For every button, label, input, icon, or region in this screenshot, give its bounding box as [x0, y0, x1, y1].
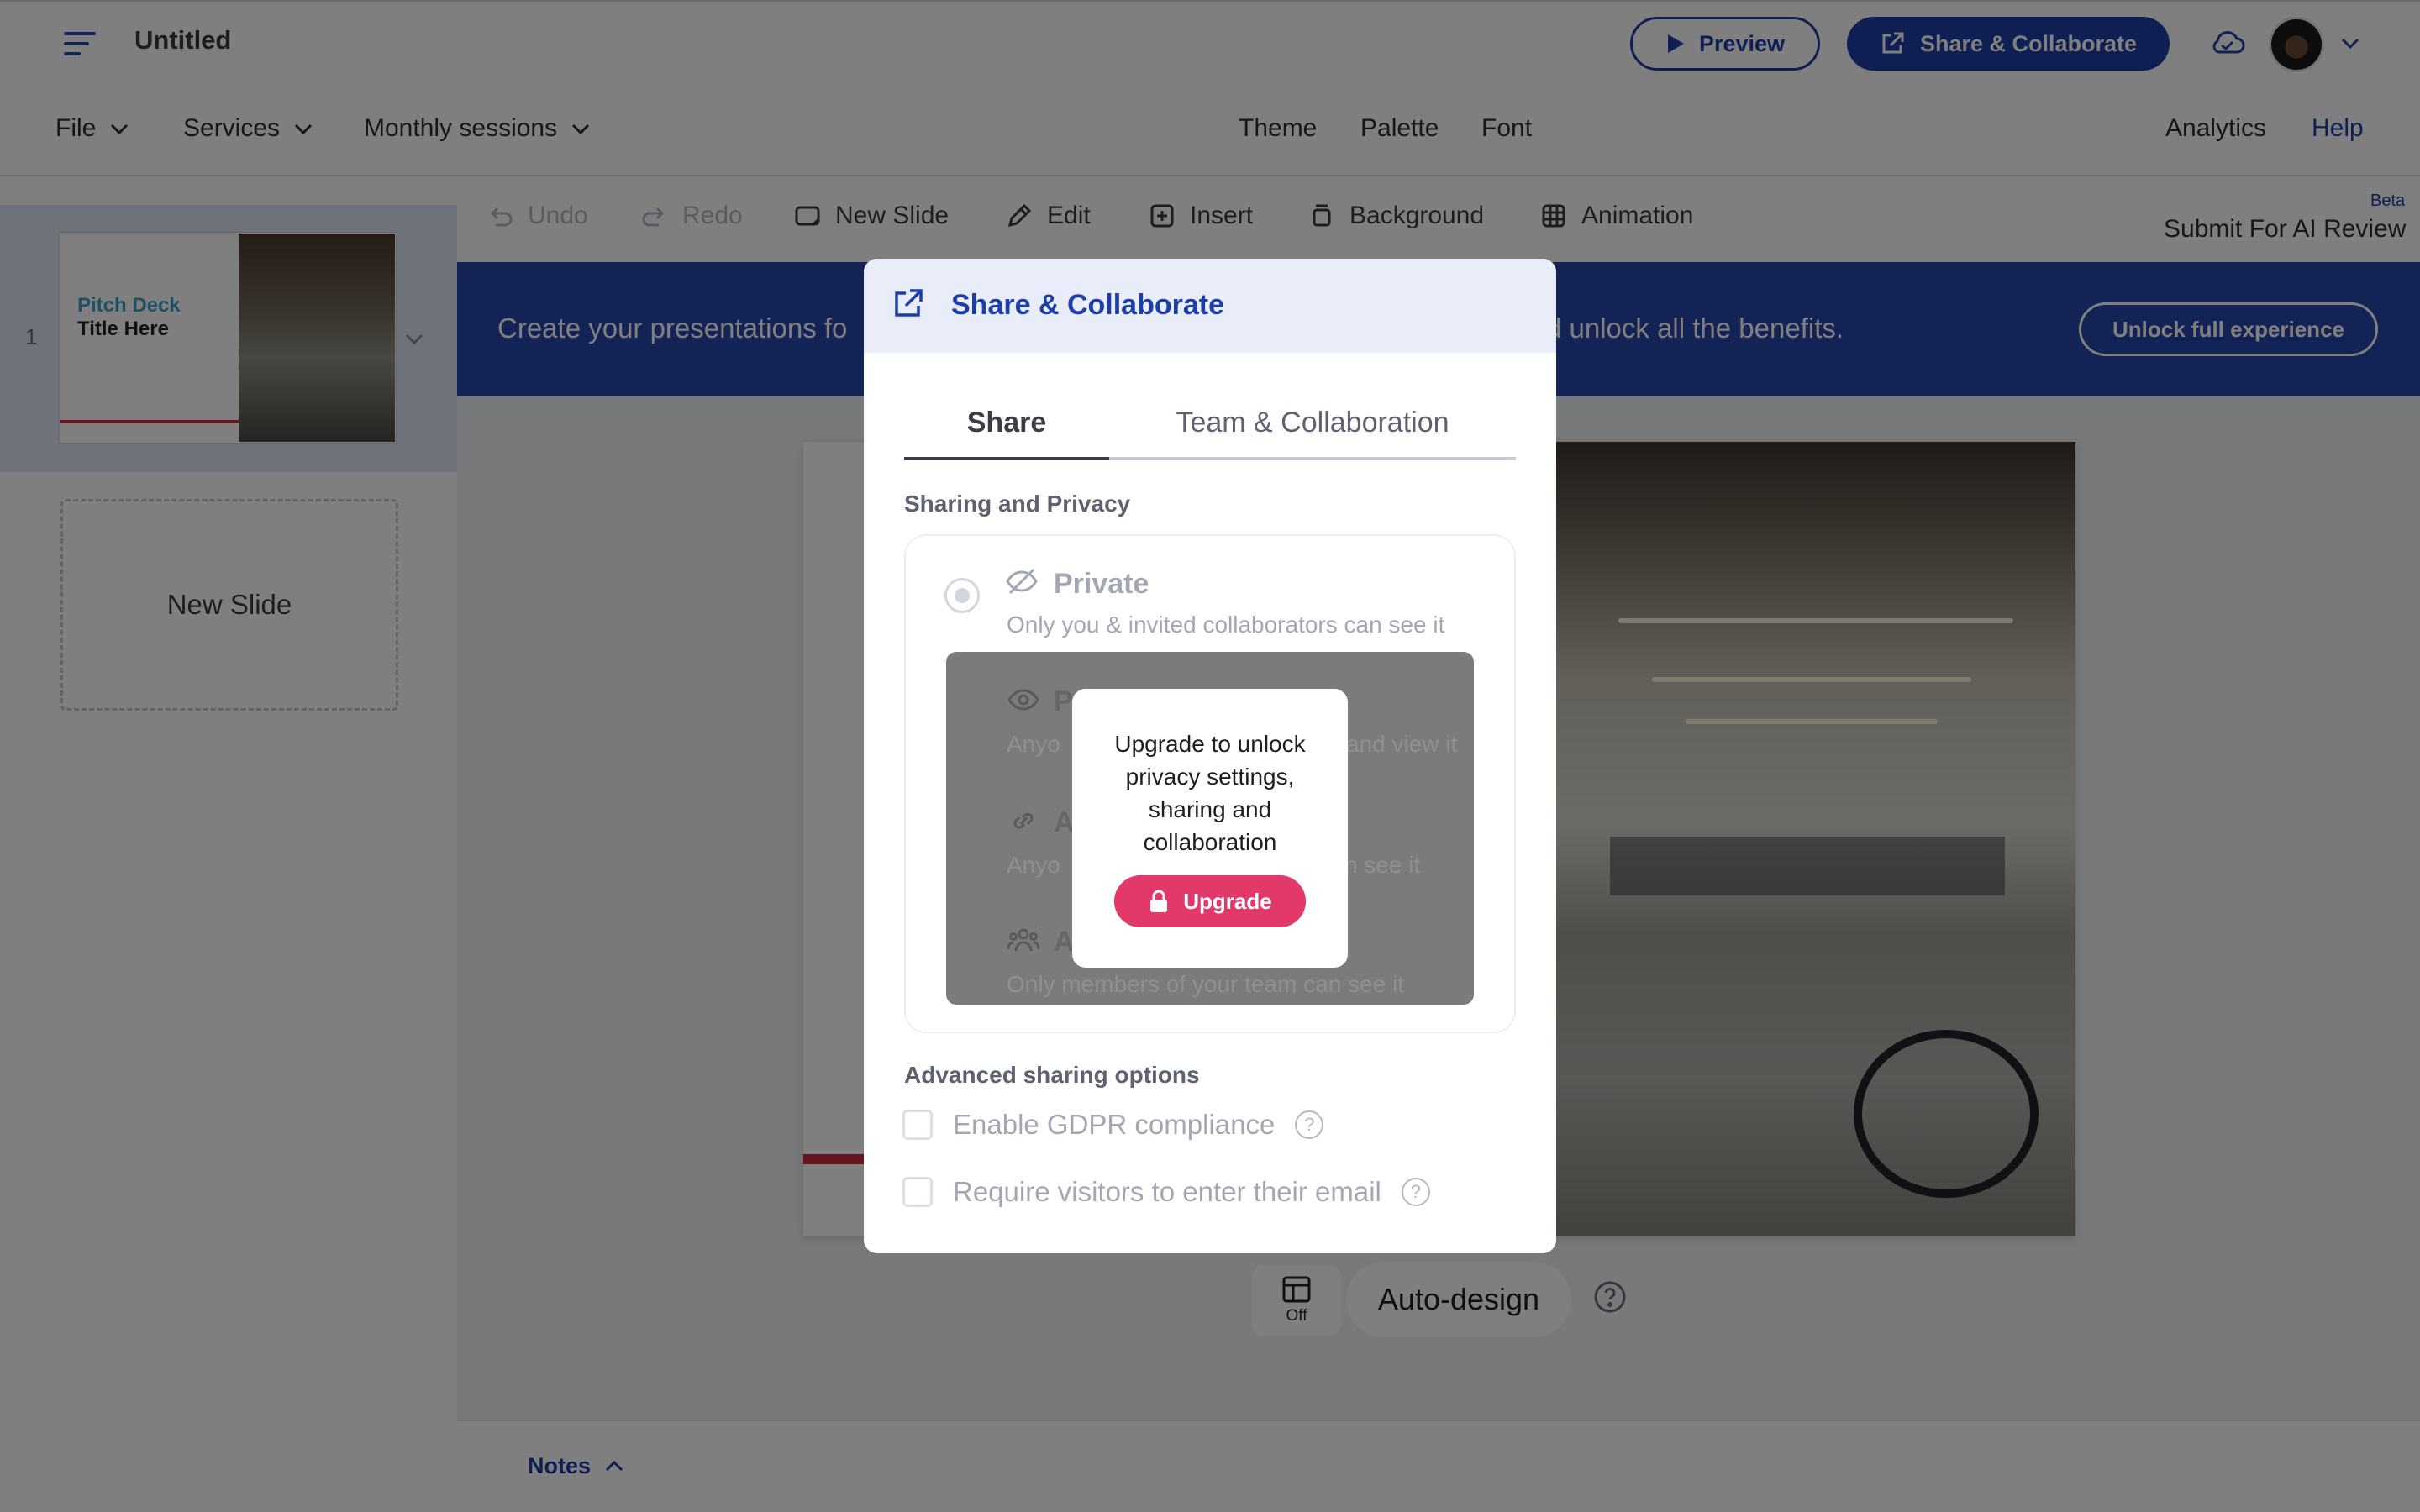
public-option-desc-left: Anyo	[1007, 731, 1060, 757]
advanced-sharing-heading: Advanced sharing options	[904, 1062, 1200, 1088]
require-email-checkbox[interactable]	[902, 1177, 933, 1207]
upgrade-prompt-text: Upgrade to unlock privacy settings, shar…	[1114, 731, 1306, 855]
team-option-description: Only members of your team can see it	[1007, 971, 1405, 997]
tab-share[interactable]: Share	[904, 398, 1109, 460]
require-email-label: Require visitors to enter their email	[953, 1176, 1381, 1207]
private-option-description: Only you & invited collaborators can see…	[1007, 612, 1445, 638]
email-option-row: Require visitors to enter their email ?	[902, 1176, 1430, 1208]
help-circle-icon[interactable]: ?	[1401, 1178, 1430, 1206]
modal-title: Share & Collaborate	[951, 289, 1224, 321]
team-icon	[1007, 928, 1040, 952]
help-circle-icon[interactable]: ?	[1295, 1110, 1324, 1139]
gdpr-checkbox[interactable]	[902, 1110, 933, 1140]
private-option-label: Private	[1054, 568, 1150, 600]
link-option-label: A	[1054, 806, 1075, 838]
tab-team-collaboration[interactable]: Team & Collaboration	[1109, 398, 1516, 460]
public-option-label: P	[1054, 685, 1073, 717]
external-link-icon	[895, 289, 923, 317]
upgrade-label: Upgrade	[1183, 888, 1272, 914]
eye-icon	[1007, 689, 1039, 711]
gdpr-label: Enable GDPR compliance	[953, 1109, 1276, 1140]
team-option-label: A	[1054, 926, 1075, 958]
public-option-desc-right: and view it	[1346, 731, 1458, 757]
link-option-desc-right: n see it	[1344, 852, 1421, 878]
link-option-desc-left: Anyo	[1007, 852, 1060, 878]
sharing-privacy-heading: Sharing and Privacy	[904, 491, 1131, 517]
private-radio[interactable]	[944, 578, 980, 613]
upgrade-button[interactable]: Upgrade	[1114, 875, 1306, 927]
link-icon	[1013, 812, 1034, 829]
eye-off-icon	[1006, 568, 1038, 595]
gdpr-option-row: Enable GDPR compliance ?	[902, 1109, 1324, 1141]
lock-icon	[1150, 890, 1168, 912]
